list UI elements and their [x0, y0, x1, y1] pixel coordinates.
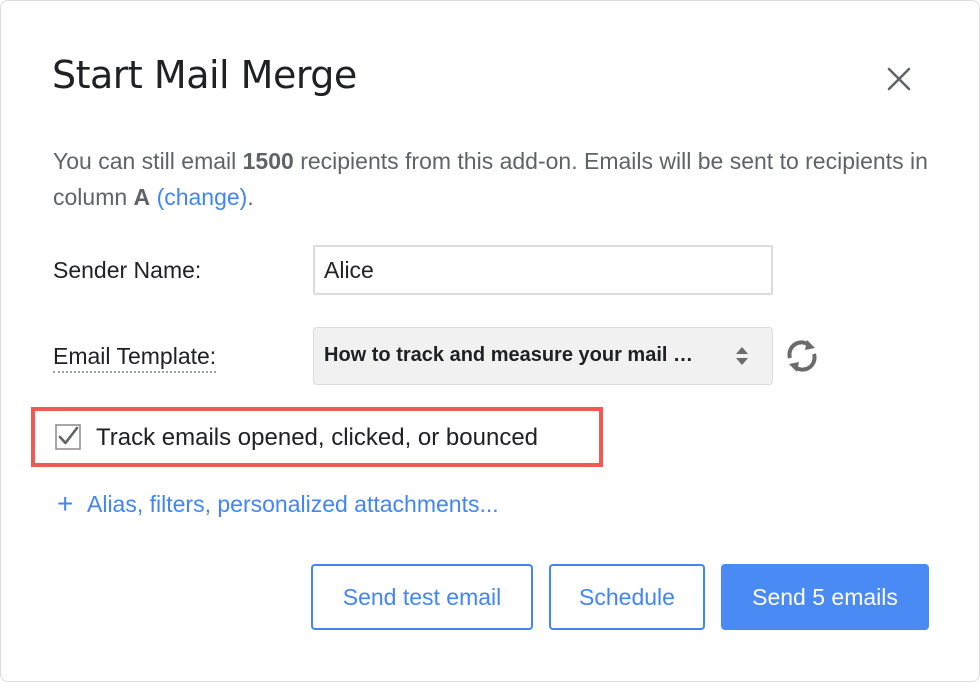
intro-part1: You can still email: [53, 148, 243, 174]
checkbox-checked-icon[interactable]: [55, 424, 81, 450]
dialog-title: Start Mail Merge: [52, 53, 357, 97]
recipient-count: 1500: [242, 148, 294, 174]
plus-icon: +: [57, 488, 74, 519]
sender-name-label: Sender Name:: [53, 257, 202, 283]
email-template-value: How to track and measure your mail …: [324, 344, 693, 366]
change-column-link[interactable]: (change): [157, 184, 248, 210]
mail-merge-dialog: Start Mail Merge You can still email 150…: [0, 0, 980, 682]
refresh-icon[interactable]: [783, 336, 821, 376]
sender-name-input[interactable]: [313, 245, 773, 295]
schedule-button[interactable]: Schedule: [549, 564, 705, 630]
email-template-select[interactable]: How to track and measure your mail …: [313, 327, 773, 385]
send-test-email-button[interactable]: Send test email: [311, 564, 533, 630]
send-emails-button[interactable]: Send 5 emails: [721, 564, 929, 630]
intro-end: .: [247, 184, 254, 210]
close-icon[interactable]: [881, 61, 917, 97]
email-template-label: Email Template:: [53, 343, 217, 373]
intro-text: You can still email 1500 recipients from…: [53, 143, 933, 215]
advanced-options-label: Alias, filters, personalized attachments…: [87, 491, 499, 517]
track-emails-label[interactable]: Track emails opened, clicked, or bounced: [96, 424, 538, 452]
advanced-options-link[interactable]: + Alias, filters, personalized attachment…: [57, 488, 499, 519]
column-letter: A: [133, 184, 151, 210]
select-arrows-icon: [734, 344, 750, 373]
